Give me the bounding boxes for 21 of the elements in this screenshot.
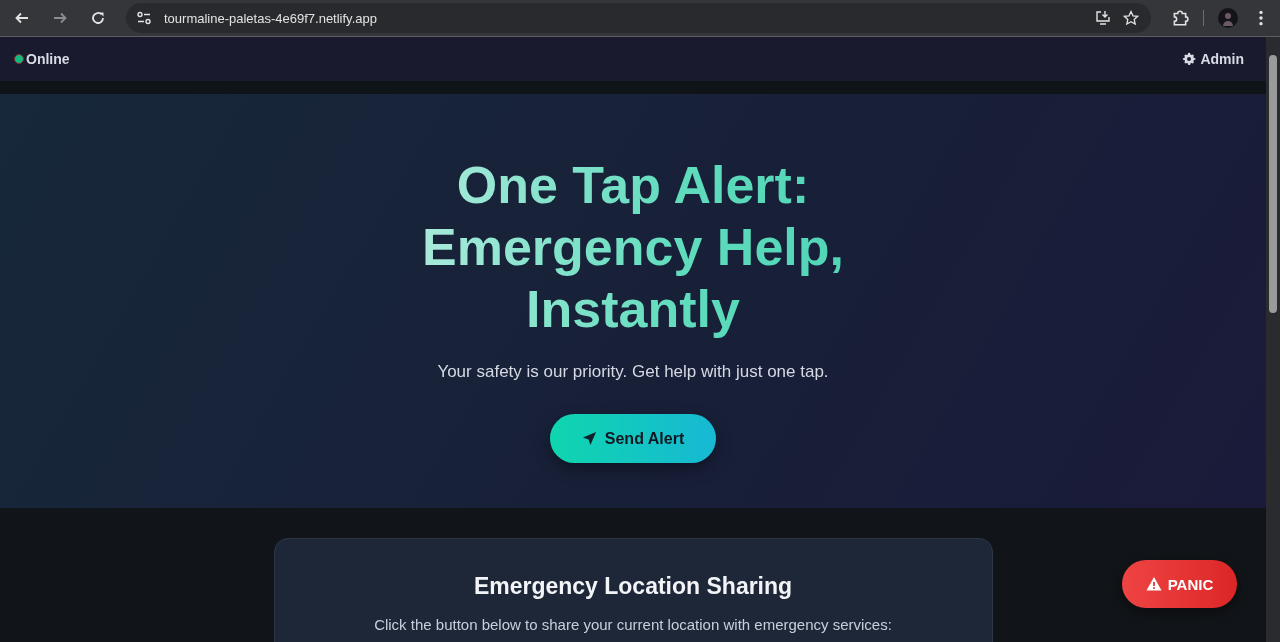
admin-link[interactable]: Admin bbox=[1182, 51, 1244, 67]
star-icon[interactable] bbox=[1123, 10, 1139, 26]
hero-subtitle: Your safety is our priority. Get help with just one tap. bbox=[437, 362, 829, 382]
avatar-icon[interactable] bbox=[1218, 8, 1238, 28]
panic-button[interactable]: PANIC bbox=[1122, 560, 1237, 608]
back-icon[interactable] bbox=[14, 10, 30, 26]
card-text: Click the button below to share your current location with emergency services: bbox=[373, 616, 893, 633]
url-text: tourmaline-paletas-4e69f7.netlify.app bbox=[164, 10, 377, 26]
settings-icon bbox=[1182, 52, 1197, 66]
forward-icon[interactable] bbox=[52, 10, 68, 26]
scrollbar[interactable] bbox=[1266, 37, 1280, 642]
address-bar[interactable]: tourmaline-paletas-4e69f7.netlify.app bbox=[126, 3, 1151, 33]
warning-icon bbox=[1145, 576, 1162, 592]
navigation-arrow-icon bbox=[581, 431, 597, 446]
card-title: Emergency Location Sharing bbox=[472, 573, 794, 600]
site-settings-icon[interactable] bbox=[136, 10, 152, 26]
reload-icon[interactable] bbox=[90, 10, 106, 26]
status-label: Online bbox=[26, 51, 70, 67]
send-alert-button[interactable]: Send Alert bbox=[550, 414, 716, 463]
install-icon[interactable] bbox=[1095, 10, 1111, 26]
extensions-icon[interactable] bbox=[1171, 9, 1189, 27]
